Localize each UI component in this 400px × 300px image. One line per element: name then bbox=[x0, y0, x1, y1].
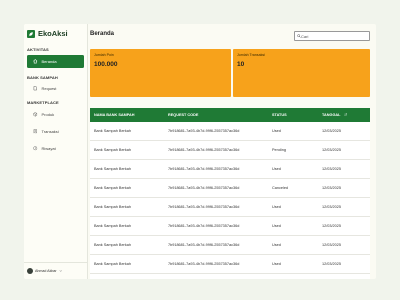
avatar bbox=[27, 268, 33, 274]
stat-card-poin: Jumlah Poin 100.000 bbox=[90, 49, 231, 97]
table-row[interactable]: Bank Sampah Berkah 7b918681-7a93-4b7d-99f… bbox=[90, 236, 370, 255]
table-row[interactable]: Bank Sampah Berkah 7b918681-7a93-4b7d-99f… bbox=[90, 255, 370, 274]
page-title: Beranda bbox=[90, 31, 115, 37]
status-cell: Used bbox=[272, 224, 281, 228]
request-code-cell: 7b918681-7a93-4b7d-99f6-2557357ac36d bbox=[168, 243, 240, 247]
user-menu[interactable]: Ahmad Akbar bbox=[27, 268, 62, 274]
sidebar-item-label: Produk bbox=[41, 112, 55, 117]
divider bbox=[24, 262, 88, 263]
table-row[interactable]: Bank Sampah Berkah 7b918681-7a93-4b7d-99f… bbox=[90, 122, 370, 141]
column-header-label: TANGGAL bbox=[322, 113, 341, 117]
request-code-cell: 7b918681-7a93-4b7d-99f6-2557357ac36d bbox=[168, 148, 240, 152]
date-cell: 12/03/2025 bbox=[322, 186, 342, 190]
request-code-cell: 7b918681-7a93-4b7d-99f6-2557357ac36d bbox=[168, 262, 240, 266]
table-row[interactable]: Bank Sampah Berkah 7b918681-7a93-4b7d-99f… bbox=[90, 217, 370, 236]
sidebar: EkoAksi AKTIVITAS Beranda BANK SAMPAH Re… bbox=[24, 24, 88, 279]
request-code-cell: 7b918681-7a93-4b7d-99f6-2557357ac36d bbox=[168, 167, 240, 171]
date-cell: 12/03/2025 bbox=[322, 224, 342, 228]
sort-icon[interactable] bbox=[343, 113, 348, 118]
logo[interactable]: EkoAksi bbox=[27, 29, 68, 38]
table-row[interactable]: Bank Sampah Berkah 7b918681-7a93-4b7d-99f… bbox=[90, 160, 370, 179]
table-row[interactable]: Bank Sampah Berkah 7b918681-7a93-4b7d-99f… bbox=[90, 141, 370, 160]
sidebar-item-transaksi[interactable]: Transaksi bbox=[27, 125, 84, 138]
sidebar-item-beranda[interactable]: Beranda bbox=[27, 55, 84, 68]
stat-label: Jumlah Transaksi bbox=[237, 53, 265, 57]
home-icon bbox=[33, 59, 38, 64]
status-cell: Used bbox=[272, 243, 281, 247]
section-label-aktivitas: AKTIVITAS bbox=[27, 47, 49, 52]
user-name: Ahmad Akbar bbox=[35, 269, 57, 273]
receipt-icon bbox=[33, 129, 37, 134]
date-cell: 12/03/2025 bbox=[322, 167, 342, 171]
table-row[interactable]: Bank Sampah Berkah 7b918681-7a93-4b7d-99f… bbox=[90, 198, 370, 217]
sidebar-item-request[interactable]: Request bbox=[27, 82, 84, 95]
chevron-down-icon bbox=[59, 270, 62, 272]
column-header[interactable]: NAMA BANK SAMPAH bbox=[94, 113, 135, 117]
column-header[interactable]: STATUS bbox=[272, 113, 287, 117]
sidebar-item-label: Beranda bbox=[41, 59, 57, 64]
status-cell: Used bbox=[272, 167, 281, 171]
stat-value: 10 bbox=[237, 61, 245, 68]
logo-text: EkoAksi bbox=[38, 29, 68, 38]
status-cell: Pending bbox=[272, 148, 286, 152]
request-table: NAMA BANK SAMPAH REQUEST CODE STATUS TAN… bbox=[90, 108, 370, 279]
bank-name-cell: Bank Sampah Berkah bbox=[94, 129, 131, 133]
history-icon bbox=[33, 146, 38, 151]
search-placeholder: Cari bbox=[301, 33, 309, 39]
bank-name-cell: Bank Sampah Berkah bbox=[94, 148, 131, 152]
request-code-cell: 7b918681-7a93-4b7d-99f6-2557357ac36d bbox=[168, 224, 240, 228]
date-cell: 12/03/2025 bbox=[322, 243, 342, 247]
stat-value: 100.000 bbox=[94, 61, 118, 68]
status-cell: Used bbox=[272, 129, 281, 133]
sidebar-item-label: Transaksi bbox=[41, 129, 59, 134]
sidebar-item-label: Request bbox=[41, 86, 57, 91]
search-icon bbox=[296, 34, 301, 38]
bank-name-cell: Bank Sampah Berkah bbox=[94, 186, 131, 190]
request-code-cell: 7b918681-7a93-4b7d-99f6-2557357ac36d bbox=[168, 186, 240, 190]
sidebar-item-riwayat[interactable]: Riwayat bbox=[27, 142, 84, 155]
document-icon bbox=[33, 86, 37, 91]
section-label-bank-sampah: BANK SAMPAH bbox=[27, 75, 58, 80]
request-code-cell: 7b918681-7a93-4b7d-99f6-2557357ac36d bbox=[168, 129, 240, 133]
sidebar-item-produk[interactable]: Produk bbox=[27, 108, 84, 121]
date-cell: 12/03/2025 bbox=[322, 129, 342, 133]
sidebar-item-label: Riwayat bbox=[41, 146, 56, 151]
table-row[interactable]: Bank Sampah Berkah7b918681-7a93-4b7d-99f… bbox=[90, 274, 370, 279]
column-header-tanggal[interactable]: TANGGAL bbox=[322, 113, 347, 118]
status-cell: Canceled bbox=[272, 186, 289, 190]
request-code-cell: 7b918681-7a93-4b7d-99f6-2557357ac36d bbox=[168, 205, 240, 209]
stat-card-transaksi: Jumlah Transaksi 10 bbox=[233, 49, 370, 97]
bank-name-cell: Bank Sampah Berkah bbox=[94, 262, 131, 266]
bank-name-cell: Bank Sampah Berkah bbox=[94, 224, 131, 228]
section-label-marketplace: MARKETPLACE bbox=[27, 100, 59, 105]
table-row[interactable]: Bank Sampah Berkah 7b918681-7a93-4b7d-99f… bbox=[90, 179, 370, 198]
leaf-icon bbox=[27, 29, 35, 38]
status-cell: Used bbox=[272, 262, 281, 266]
status-cell: Used bbox=[272, 205, 281, 209]
bank-name-cell: Bank Sampah Berkah bbox=[94, 205, 131, 209]
bank-name-cell: Bank Sampah Berkah bbox=[94, 167, 131, 171]
table-header: NAMA BANK SAMPAH REQUEST CODE STATUS TAN… bbox=[90, 108, 370, 122]
bank-name-cell: Bank Sampah Berkah bbox=[94, 243, 131, 247]
app-window: EkoAksi AKTIVITAS Beranda BANK SAMPAH Re… bbox=[24, 24, 376, 279]
date-cell: 12/03/2025 bbox=[322, 262, 342, 266]
search-input[interactable]: Cari bbox=[294, 31, 370, 41]
box-icon bbox=[33, 112, 38, 117]
date-cell: 12/03/2025 bbox=[322, 148, 342, 152]
date-cell: 12/03/2025 bbox=[322, 205, 342, 209]
stat-label: Jumlah Poin bbox=[94, 53, 114, 57]
column-header[interactable]: REQUEST CODE bbox=[168, 113, 198, 117]
